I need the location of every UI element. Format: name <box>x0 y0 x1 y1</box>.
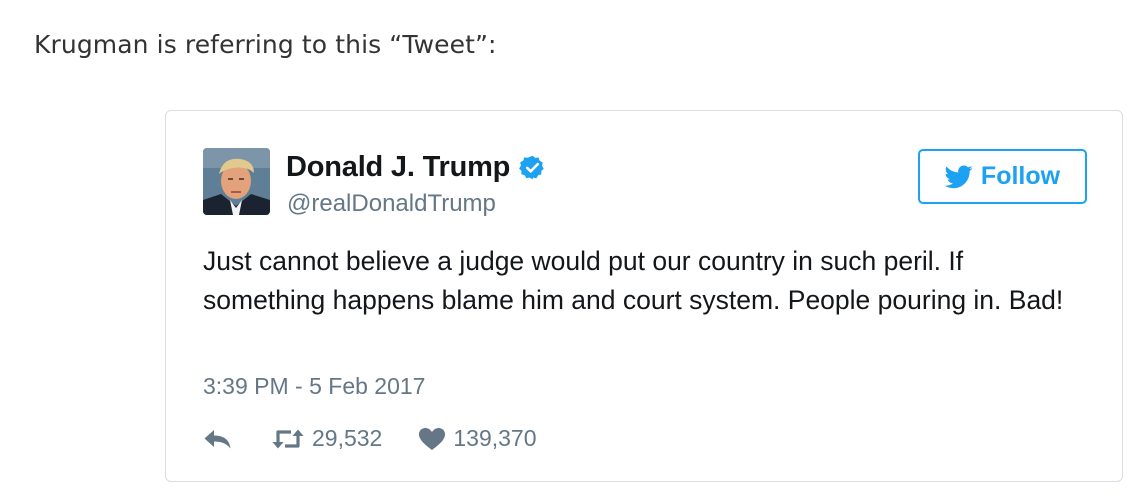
author-handle[interactable]: @realDonaldTrump <box>287 190 496 218</box>
like-action[interactable]: 139,370 <box>382 425 537 452</box>
tweet-actions: 29,532 139,370 <box>203 425 537 452</box>
avatar-image <box>203 148 270 215</box>
reply-action[interactable] <box>203 427 233 451</box>
embedded-tweet-card[interactable]: Donald J. Trump @realDonaldTrump Follow … <box>165 110 1123 482</box>
tweet-text: Just cannot believe a judge would put ou… <box>203 246 1064 315</box>
retweet-count: 29,532 <box>312 425 383 451</box>
follow-button[interactable]: Follow <box>918 149 1087 204</box>
follow-label: Follow <box>980 162 1061 190</box>
tweet-timestamp[interactable]: 3:39 PM - 5 Feb 2017 <box>203 373 425 400</box>
intro-text: Krugman is referring to this “Tweet”: <box>34 30 497 59</box>
author-display-name[interactable]: Donald J. Trump <box>286 151 510 184</box>
twitter-bird-icon <box>944 164 973 189</box>
retweet-action[interactable]: 29,532 <box>233 425 382 452</box>
avatar[interactable] <box>203 148 270 215</box>
like-count: 139,370 <box>453 425 537 451</box>
author-name-line[interactable]: Donald J. Trump <box>286 151 546 184</box>
verified-badge-icon <box>519 154 546 181</box>
reply-arrow-icon[interactable] <box>203 427 233 451</box>
heart-icon[interactable] <box>418 427 446 451</box>
retweet-icon[interactable] <box>271 427 305 451</box>
